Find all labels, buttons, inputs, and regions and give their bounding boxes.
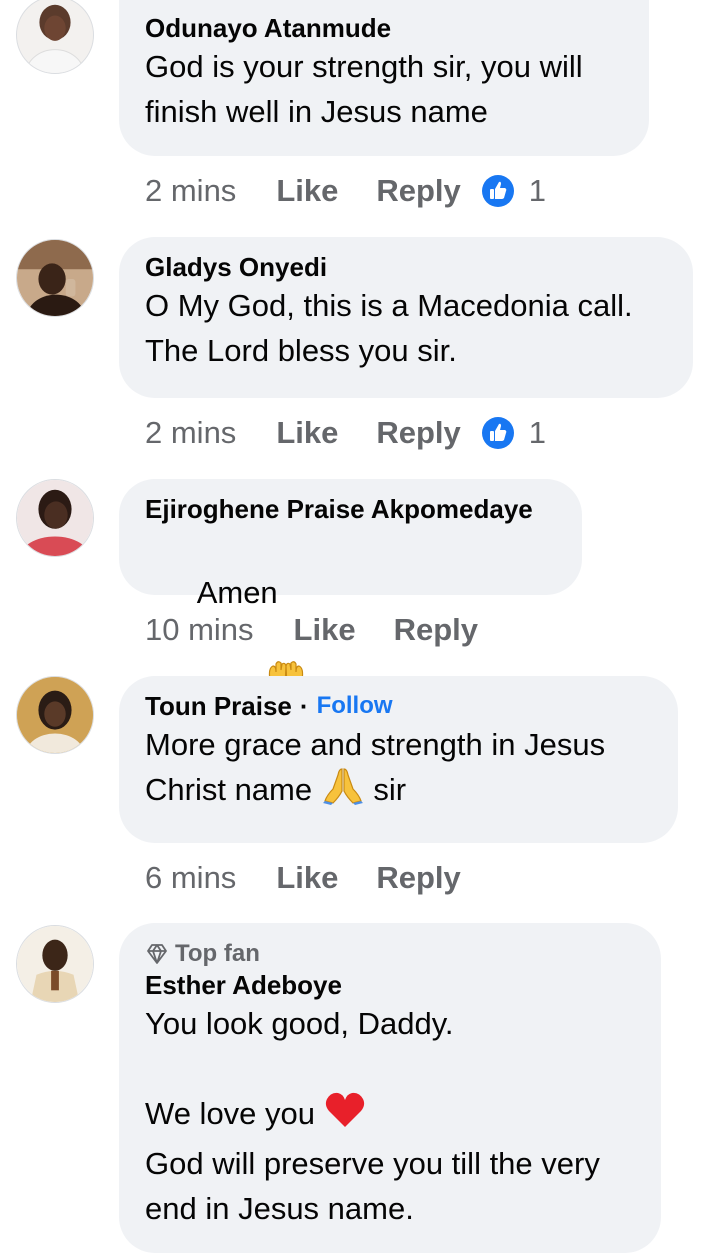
comment-bubble: Gladys Onyedi O My God, this is a Macedo… xyxy=(119,237,693,398)
user-avatar-icon xyxy=(17,0,93,73)
commenter-name[interactable]: Esther Adeboye xyxy=(145,969,635,1001)
comment-text: You look good, Daddy. We love you God wil… xyxy=(145,1001,635,1231)
comment-text-line-2: Christ name xyxy=(145,772,313,808)
timestamp[interactable]: 2 mins xyxy=(145,415,236,451)
user-avatar-icon xyxy=(17,926,93,1002)
user-avatar-icon xyxy=(17,240,93,316)
separator-dot: · xyxy=(299,691,309,721)
commenter-name[interactable]: Gladys Onyedi xyxy=(145,251,667,283)
comment-text-tail: sir xyxy=(373,772,407,808)
reaction-count[interactable]: 1 xyxy=(481,415,546,451)
like-button[interactable]: Like xyxy=(276,860,338,896)
diamond-icon xyxy=(147,944,167,964)
red-heart-icon xyxy=(324,1091,366,1141)
timestamp[interactable]: 6 mins xyxy=(145,860,236,896)
commenter-header: Toun Praise · Follow xyxy=(145,690,652,722)
top-fan-badge: Top fan xyxy=(145,939,635,969)
comment-bubble: Top fan Esther Adeboye You look good, Da… xyxy=(119,923,661,1253)
thumbs-up-icon xyxy=(481,417,514,449)
avatar[interactable] xyxy=(16,925,94,1003)
reaction-count[interactable]: 1 xyxy=(481,173,546,209)
comment-text: More grace and strength in Jesus Christ n… xyxy=(145,722,652,817)
comment-text-line-3: God will preserve you till the very end … xyxy=(145,1146,600,1226)
timestamp[interactable]: 2 mins xyxy=(145,173,236,209)
commenter-name[interactable]: Toun Praise xyxy=(145,690,292,722)
comment-bubble: Ejiroghene Praise Akpomedaye Amen xyxy=(119,479,582,695)
comment-text-line-1: More grace and strength in Jesus xyxy=(145,727,606,762)
comment-actions: 6 mins Like Reply xyxy=(145,858,481,898)
comment-bubble: Toun Praise · Follow More grace and stre… xyxy=(119,676,678,843)
timestamp[interactable]: 10 mins xyxy=(145,612,254,648)
thumbs-up-icon xyxy=(481,175,514,207)
avatar[interactable] xyxy=(16,676,94,754)
follow-button[interactable]: Follow xyxy=(317,690,393,722)
comment-text: O My God, this is a Macedonia call. The … xyxy=(145,288,633,368)
user-avatar-icon xyxy=(17,480,93,556)
avatar[interactable] xyxy=(16,479,94,557)
comment-text-line-1: You look good, Daddy. xyxy=(145,1006,454,1041)
like-button[interactable]: Like xyxy=(276,415,338,451)
commenter-name[interactable]: Odunayo Atanmude xyxy=(145,12,623,44)
like-button[interactable]: Like xyxy=(276,173,338,209)
avatar[interactable] xyxy=(16,239,94,317)
avatar[interactable] xyxy=(16,0,94,74)
comment-actions: 2 mins Like Reply 1 xyxy=(145,413,546,453)
reply-button[interactable]: Reply xyxy=(394,612,478,648)
comment-text-label: Amen xyxy=(196,575,278,610)
comment-actions: 2 mins Like Reply 1 xyxy=(145,171,546,211)
reaction-count-label: 1 xyxy=(528,415,547,450)
reply-button[interactable]: Reply xyxy=(376,860,460,896)
reaction-count-label: 1 xyxy=(528,173,547,208)
user-avatar-icon xyxy=(17,677,93,753)
comment-text-line-2: We love you xyxy=(145,1096,316,1132)
reply-button[interactable]: Reply xyxy=(376,173,460,209)
praying-hands-icon xyxy=(321,767,365,817)
comment-bubble: Odunayo Atanmude God is your strength si… xyxy=(119,0,649,156)
reply-button[interactable]: Reply xyxy=(376,415,460,451)
comment-text: God is your strength sir, you will finis… xyxy=(145,49,583,129)
like-button[interactable]: Like xyxy=(294,612,356,648)
top-fan-label: Top fan xyxy=(175,940,260,967)
commenter-name[interactable]: Ejiroghene Praise Akpomedaye xyxy=(145,493,556,525)
comment-actions: 10 mins Like Reply xyxy=(145,610,498,650)
